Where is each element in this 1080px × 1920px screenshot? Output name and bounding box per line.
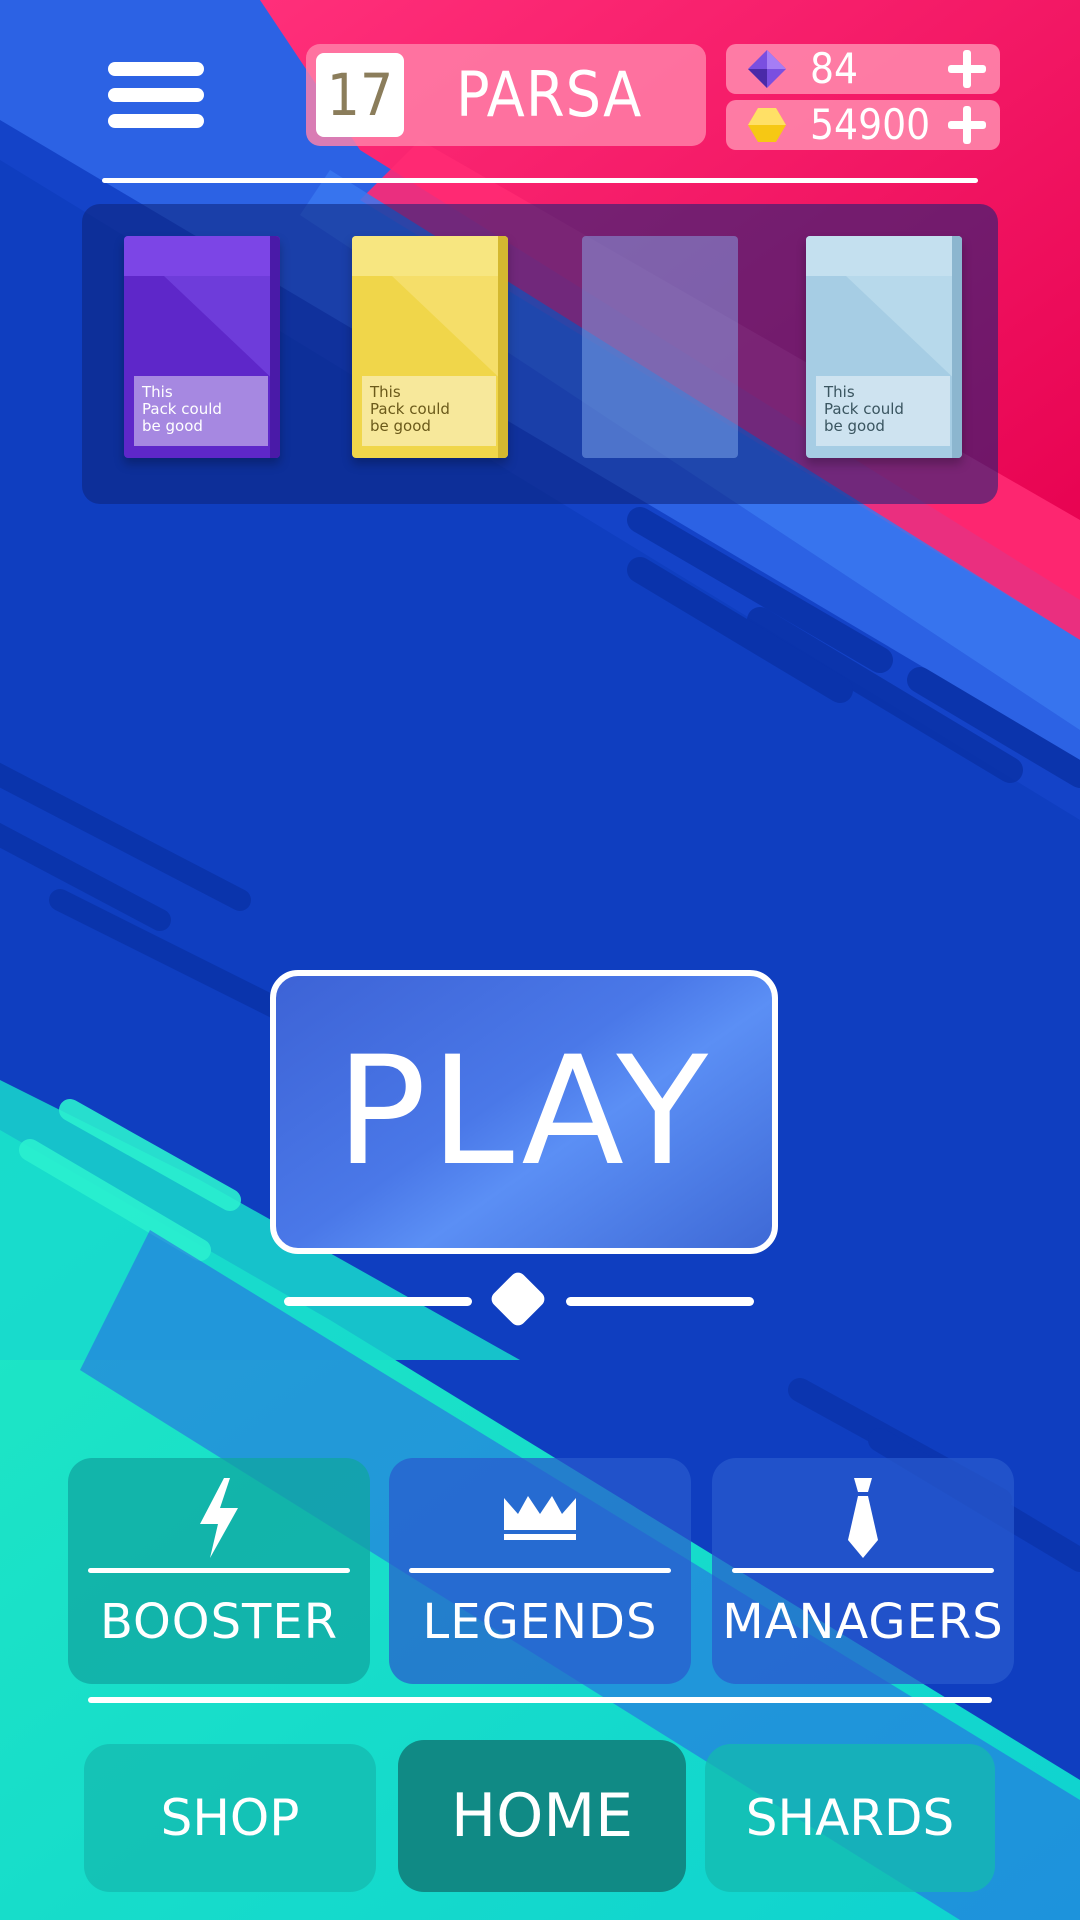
pack-slot-purple[interactable]: This Pack could be good	[124, 236, 280, 458]
player-level-badge: 17	[316, 53, 404, 137]
pack-label-line: be good	[824, 417, 885, 435]
booster-button[interactable]: BOOSTER	[68, 1458, 370, 1684]
crown-icon	[504, 1496, 576, 1540]
nav-home-label: HOME	[450, 1781, 634, 1851]
play-button[interactable]: PLAY	[270, 970, 778, 1254]
pack-label-line: be good	[370, 417, 431, 435]
pack-label-line: This	[370, 383, 401, 401]
nav-shards-label: SHARDS	[745, 1789, 955, 1847]
hamburger-menu-icon[interactable]	[108, 62, 204, 128]
pack-label-line: Pack could	[824, 400, 904, 418]
pack-label-line: This	[142, 383, 173, 401]
booster-divider	[88, 1568, 350, 1573]
header-divider	[102, 178, 978, 183]
lightning-icon	[200, 1478, 238, 1558]
menu-bar-top	[108, 62, 204, 76]
pack-label: This Pack could be good	[362, 376, 496, 446]
legends-button[interactable]: LEGENDS	[389, 1458, 691, 1684]
play-label: PLAY	[335, 1025, 713, 1199]
player-name: PARSA	[456, 58, 643, 131]
booster-label: BOOSTER	[99, 1594, 339, 1650]
pack-label: This Pack could be good	[816, 376, 950, 446]
coins-value: 54900	[810, 100, 931, 149]
managers-button[interactable]: MANAGERS	[712, 1458, 1014, 1684]
nav-shop-label: SHOP	[160, 1789, 300, 1847]
legends-label: LEGENDS	[422, 1594, 658, 1650]
play-underline-left	[284, 1297, 472, 1306]
menu-bar-bottom	[108, 114, 204, 128]
menu-bar-middle	[108, 88, 204, 102]
nav-shop-button[interactable]: SHOP	[84, 1744, 376, 1892]
gems-value: 84	[810, 44, 859, 93]
pack-slot-empty[interactable]	[582, 236, 738, 458]
add-gems-button[interactable]	[948, 50, 986, 88]
nav-divider	[88, 1697, 992, 1703]
managers-divider	[732, 1568, 994, 1573]
gems-counter: 84	[726, 44, 1000, 94]
pack-slot-yellow[interactable]: This Pack could be good	[352, 236, 508, 458]
pack-label-line: be good	[142, 417, 203, 435]
empty-pack-slot	[582, 236, 738, 458]
coins-counter: 54900	[726, 100, 1000, 150]
nav-home-button[interactable]: HOME	[398, 1740, 686, 1892]
legends-divider	[409, 1568, 671, 1573]
pack-label-line: Pack could	[370, 400, 450, 418]
pack-label: This Pack could be good	[134, 376, 268, 446]
play-underline-right	[566, 1297, 754, 1306]
nav-shards-button[interactable]: SHARDS	[705, 1744, 995, 1892]
pack-label-line: This	[824, 383, 855, 401]
pack-slot-light-blue[interactable]: This Pack could be good	[806, 236, 962, 458]
managers-label: MANAGERS	[722, 1594, 1004, 1650]
tie-icon	[848, 1478, 878, 1558]
player-profile[interactable]: 17 PARSA	[306, 44, 706, 146]
packs-panel: This Pack could be good This Pack could …	[82, 204, 998, 504]
gold-coin-icon	[748, 108, 786, 142]
add-coins-button[interactable]	[948, 106, 986, 144]
purple-gem-icon	[748, 50, 786, 88]
pack-label-line: Pack could	[142, 400, 222, 418]
